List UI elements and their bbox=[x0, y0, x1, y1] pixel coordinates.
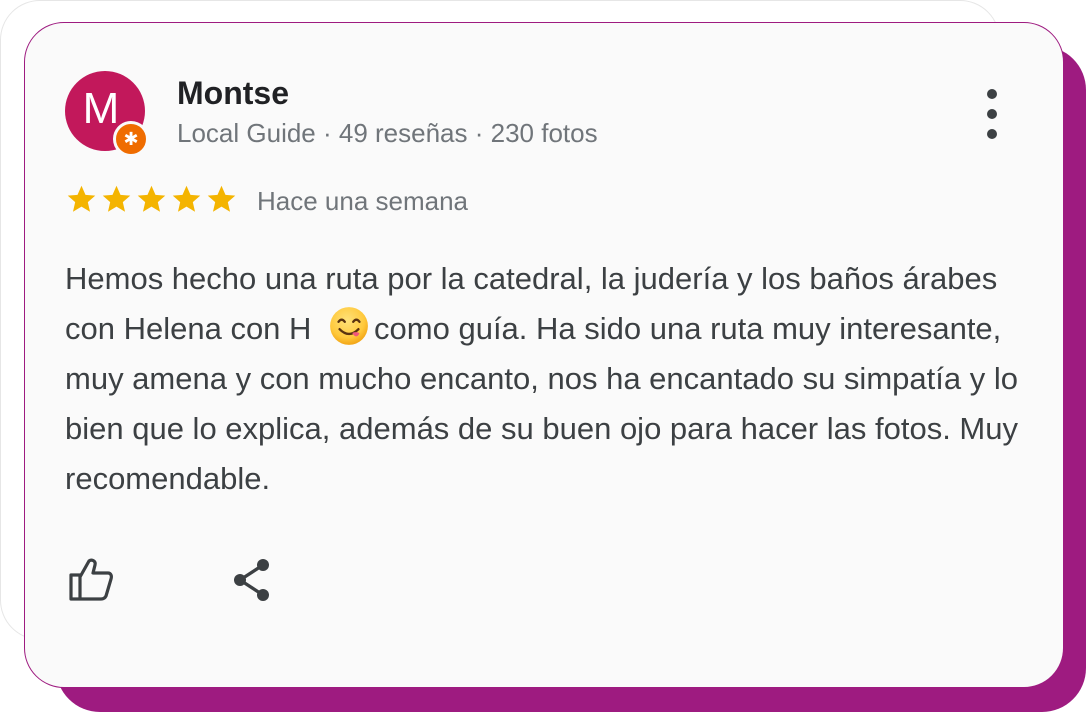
review-card: M ✱ Montse Local Guide · 49 reseñas · 23… bbox=[24, 22, 1064, 688]
review-date: Hace una semana bbox=[257, 186, 469, 216]
star-icon bbox=[207, 185, 236, 212]
like-button[interactable] bbox=[65, 553, 117, 605]
yum-face-emoji-icon bbox=[330, 307, 368, 345]
more-vert-icon-dot bbox=[987, 129, 997, 139]
author-meta: Local Guide · 49 reseñas · 230 fotos bbox=[177, 118, 598, 148]
review-text: Hemos hecho una ruta por la catedral, la… bbox=[65, 254, 1045, 504]
more-vert-icon-dot bbox=[987, 89, 997, 99]
star-icon bbox=[172, 185, 201, 212]
avatar-letter: M bbox=[82, 84, 120, 133]
star-icon bbox=[137, 185, 166, 212]
thumbs-up-icon bbox=[69, 558, 113, 601]
local-guide-badge-icon: ✱ bbox=[113, 121, 149, 157]
more-options-button[interactable] bbox=[977, 89, 1007, 139]
star-icon bbox=[102, 185, 131, 212]
star-icon bbox=[67, 185, 96, 212]
share-icon bbox=[234, 559, 269, 601]
share-button[interactable] bbox=[229, 557, 275, 603]
author-name[interactable]: Montse bbox=[177, 75, 289, 112]
more-vert-icon-dot bbox=[987, 109, 997, 119]
review-card-stage: M ✱ Montse Local Guide · 49 reseñas · 23… bbox=[0, 0, 1088, 714]
star-rating bbox=[65, 183, 238, 216]
